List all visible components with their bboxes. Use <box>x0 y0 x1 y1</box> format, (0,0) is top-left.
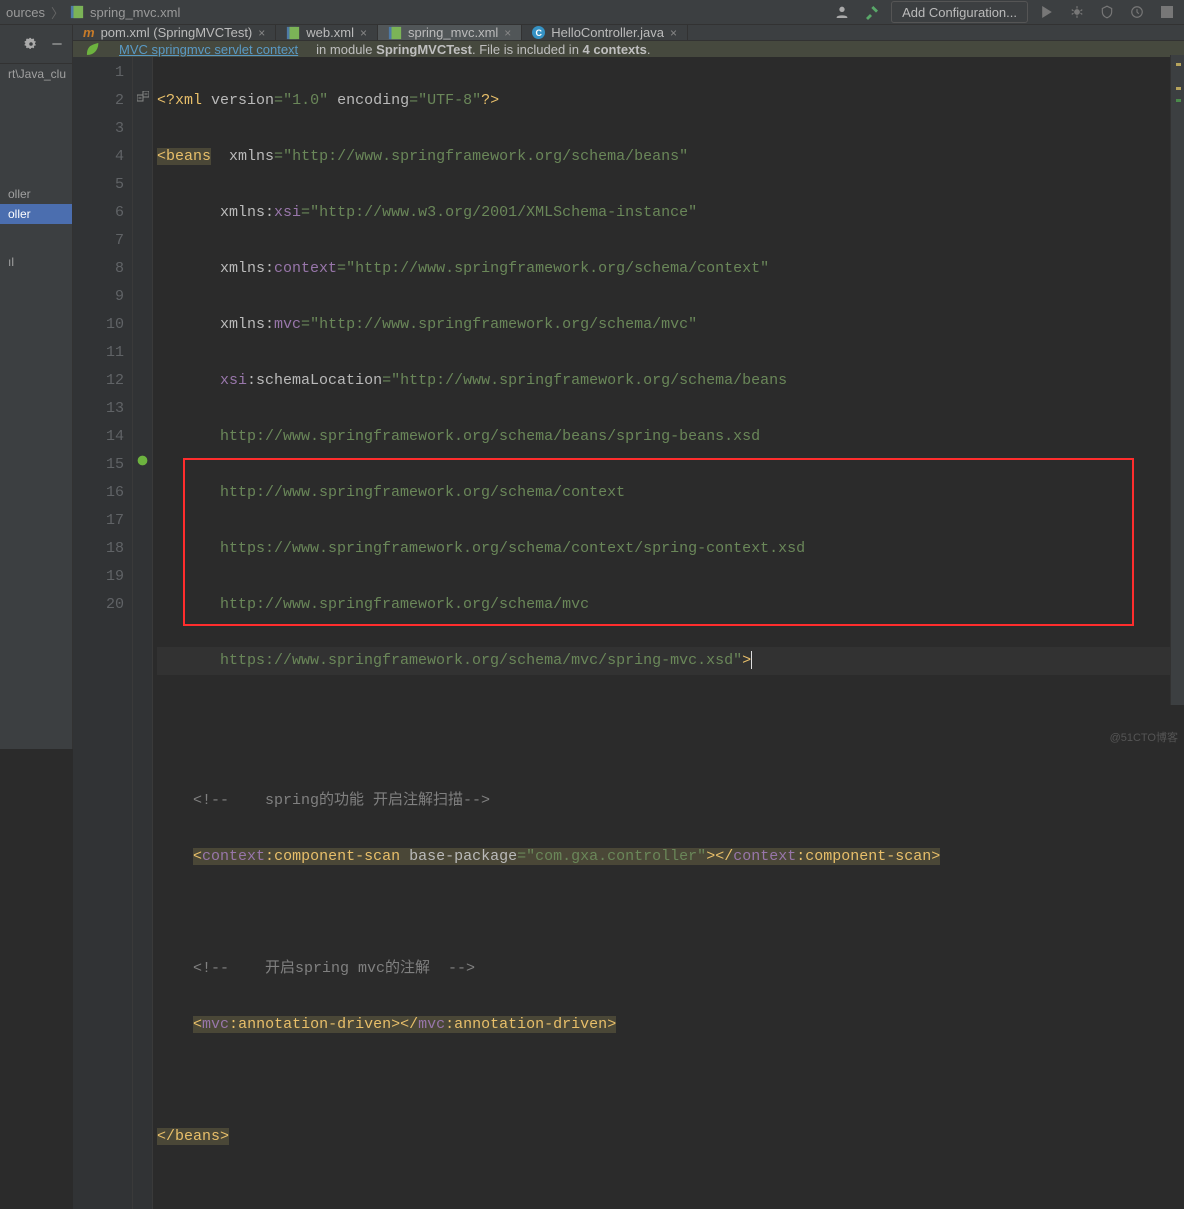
hide-tool-window-icon[interactable] <box>48 35 66 53</box>
main-content: rt\Java_clu oller oller ıl m pom.xml (Sp… <box>0 25 1184 749</box>
tab-label: spring_mvc.xml <box>408 25 498 40</box>
spring-context-bar: MVC springmvc servlet context in module … <box>73 41 1184 57</box>
tool-window-header <box>0 31 72 64</box>
tab-hello-controller[interactable]: C HelloController.java × <box>522 25 688 40</box>
tab-pom[interactable]: m pom.xml (SpringMVCTest) × <box>73 25 276 40</box>
chevron-right-icon: 〉 <box>51 3 64 22</box>
profiler-icon[interactable] <box>1126 1 1148 23</box>
tab-label: pom.xml (SpringMVCTest) <box>101 25 253 40</box>
code-editor[interactable]: 1234567891011121314151617181920 <?xml ve… <box>73 57 1184 1209</box>
watermark: @51CTO博客 <box>1110 729 1178 745</box>
xml-file-icon <box>388 26 402 40</box>
editor-area: m pom.xml (SpringMVCTest) × web.xml × sp… <box>73 25 1184 749</box>
context-module-text: in module SpringMVCTest. File is include… <box>316 42 650 57</box>
fold-minus-icon[interactable] <box>136 85 150 99</box>
spring-bean-icon[interactable] <box>136 449 150 463</box>
breadcrumb-file[interactable]: spring_mvc.xml <box>90 5 180 20</box>
java-class-icon: C <box>532 26 545 39</box>
tab-spring-mvc-xml[interactable]: spring_mvc.xml × <box>378 25 522 40</box>
add-configuration-button[interactable]: Add Configuration... <box>891 1 1028 23</box>
toolbar-right: Add Configuration... <box>831 1 1178 23</box>
breadcrumb-segment[interactable]: ources <box>6 5 45 20</box>
coverage-icon[interactable] <box>1096 1 1118 23</box>
tree-item[interactable]: oller <box>0 184 72 204</box>
run-icon[interactable] <box>1036 1 1058 23</box>
close-icon[interactable]: × <box>258 26 265 40</box>
close-icon[interactable]: × <box>504 26 511 40</box>
gear-icon[interactable] <box>22 35 40 53</box>
debug-icon[interactable] <box>1066 1 1088 23</box>
line-gutter: 1234567891011121314151617181920 <box>73 57 133 1209</box>
xml-file-icon <box>286 26 300 40</box>
tree-item[interactable]: ıl <box>0 252 72 272</box>
spring-leaf-icon <box>85 41 101 57</box>
tab-label: HelloController.java <box>551 25 664 40</box>
top-toolbar: ources 〉 spring_mvc.xml Add Configuratio… <box>0 0 1184 25</box>
tree-item-selected[interactable]: oller <box>0 204 72 224</box>
maven-icon: m <box>83 25 95 40</box>
project-tool-window[interactable]: rt\Java_clu oller oller ıl <box>0 25 73 749</box>
stop-icon[interactable] <box>1156 1 1178 23</box>
close-icon[interactable]: × <box>360 26 367 40</box>
close-icon[interactable]: × <box>670 26 677 40</box>
spring-context-link[interactable]: MVC springmvc servlet context <box>119 42 298 57</box>
tab-label: web.xml <box>306 25 354 40</box>
tree-path[interactable]: rt\Java_clu <box>0 64 72 84</box>
text-caret <box>751 651 752 669</box>
xml-file-icon <box>70 5 84 19</box>
breadcrumb: ources 〉 spring_mvc.xml <box>6 3 831 22</box>
tab-web-xml[interactable]: web.xml × <box>276 25 378 40</box>
user-icon[interactable] <box>831 1 853 23</box>
editor-tabs: m pom.xml (SpringMVCTest) × web.xml × sp… <box>73 25 1184 41</box>
hammer-icon[interactable] <box>861 1 883 23</box>
editor-scrollbar[interactable] <box>1170 55 1184 705</box>
gutter-icons <box>133 57 153 1209</box>
code-text[interactable]: <?xml version="1.0" encoding="UTF-8"?> <… <box>153 57 1184 1209</box>
